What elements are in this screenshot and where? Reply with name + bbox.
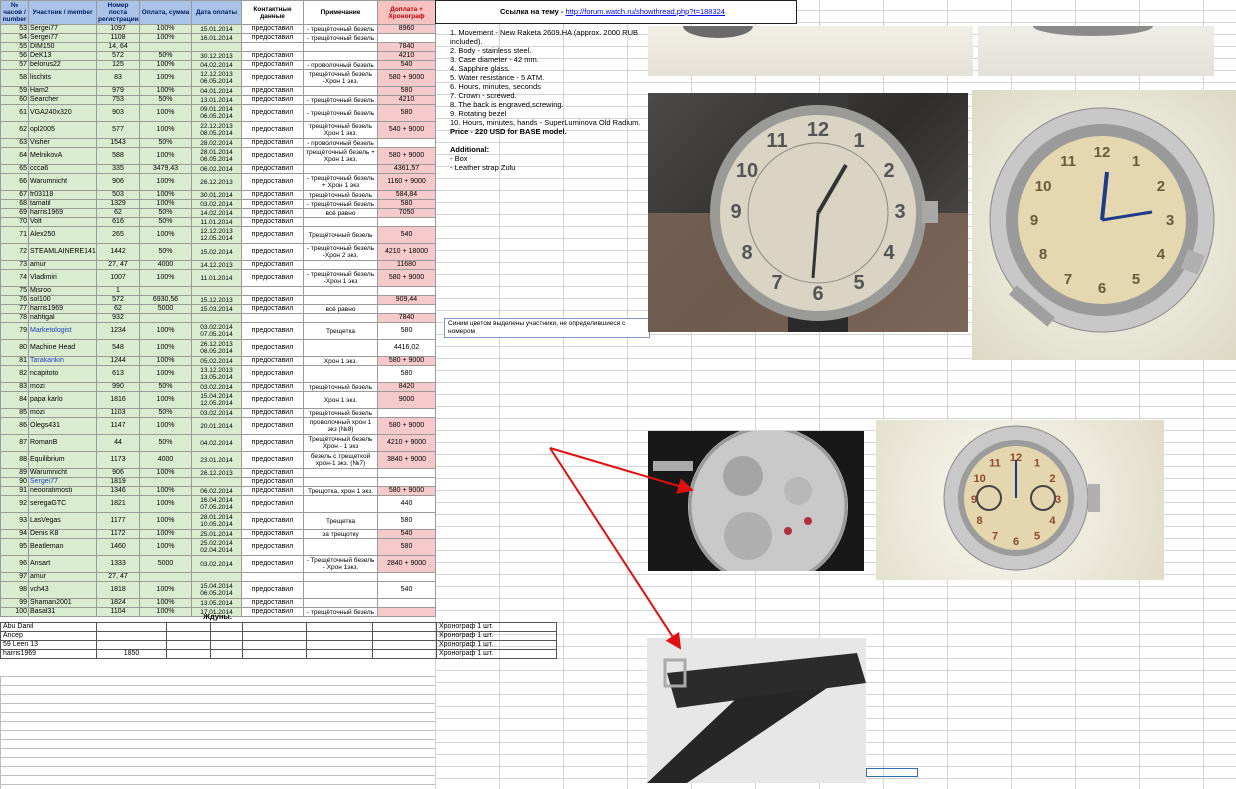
annotation-arrows xyxy=(549,447,694,650)
arrow-to-strap xyxy=(549,447,682,650)
arrow-to-movement xyxy=(549,447,694,494)
